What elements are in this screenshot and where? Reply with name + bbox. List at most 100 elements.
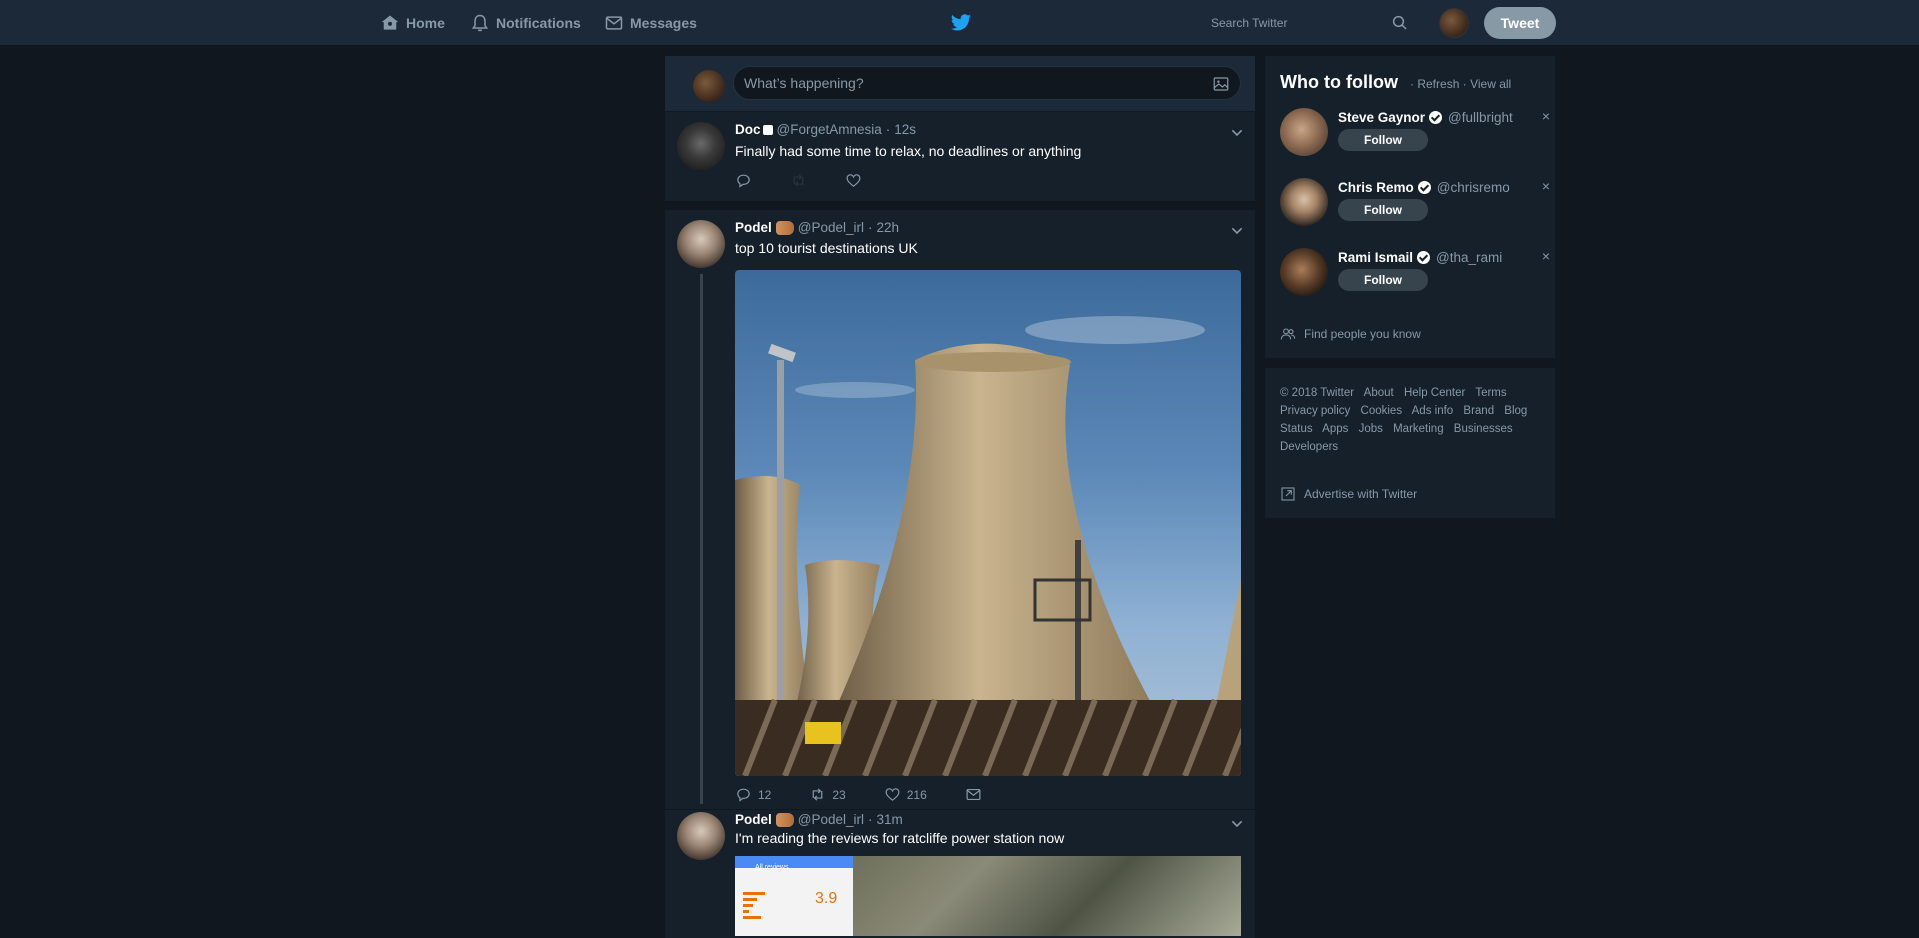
direct-message-button[interactable] <box>965 786 982 803</box>
user-avatar[interactable] <box>1280 178 1328 226</box>
external-link-icon <box>1281 487 1295 501</box>
tweet-photo[interactable] <box>735 270 1241 776</box>
tweet[interactable]: Doc @ForgetAmnesia · 12s Finally had som… <box>665 112 1255 202</box>
tweet-header: Doc @ForgetAmnesia · 12s <box>735 122 916 137</box>
who-to-follow-panel: Who to follow · Refresh · View all Steve… <box>1265 56 1555 358</box>
footer-link-developers[interactable]: Developers <box>1280 441 1338 453</box>
suggested-user[interactable]: Rami Ismail @tha_rami Follow × <box>1280 248 1550 302</box>
tweet-actions: 12 23 216 <box>735 786 1020 803</box>
reply-button[interactable]: 12 <box>735 786 771 803</box>
tweet-text: Finally had some time to relax, no deadl… <box>735 143 1082 159</box>
profile-avatar[interactable] <box>1439 8 1469 38</box>
retweet-button[interactable] <box>790 172 807 189</box>
footer-link-blog[interactable]: Blog <box>1504 405 1527 417</box>
advertise-link[interactable]: Advertise with Twitter <box>1280 486 1417 502</box>
footer-link-marketing[interactable]: Marketing <box>1393 423 1444 435</box>
reply-button[interactable] <box>735 172 752 189</box>
separator-dot: · <box>1410 77 1414 91</box>
user-avatar[interactable] <box>1280 108 1328 156</box>
tweet-author-handle[interactable]: @Podel_irl <box>798 812 864 827</box>
tweet-photo[interactable]: All reviews 3.9 <box>735 856 1241 936</box>
tweet-author-handle[interactable]: @Podel_irl <box>798 220 864 235</box>
user-name[interactable]: Chris Remo <box>1338 180 1414 195</box>
follow-button[interactable]: Follow <box>1338 199 1428 221</box>
find-people-link[interactable]: Find people you know <box>1280 326 1421 342</box>
hands-emoji-icon <box>775 220 794 235</box>
user-handle[interactable]: @tha_rami <box>1436 250 1502 265</box>
tweet[interactable]: Podel @Podel_irl · 31m I'm reading the r… <box>665 810 1255 938</box>
tweet-timestamp[interactable]: 12s <box>894 122 916 137</box>
like-button[interactable] <box>845 172 862 189</box>
footer-link-apps[interactable]: Apps <box>1322 423 1348 435</box>
advertise-label: Advertise with Twitter <box>1304 487 1418 501</box>
tweet-timestamp[interactable]: 22h <box>877 220 900 235</box>
retweet-count: 23 <box>832 787 846 802</box>
user-handle[interactable]: @chrisremo <box>1437 180 1510 195</box>
image-icon[interactable] <box>1212 75 1230 93</box>
separator-dot: · <box>885 122 891 137</box>
thread-line <box>700 274 703 804</box>
user-name-row: Steve Gaynor @fullbright <box>1338 110 1513 125</box>
retweet-button[interactable]: 23 <box>809 786 846 803</box>
composer-input[interactable]: What’s happening? <box>733 66 1241 100</box>
tweet-text: I'm reading the reviews for ratcliffe po… <box>735 830 1065 846</box>
footer-link-help-center[interactable]: Help Center <box>1404 387 1465 399</box>
user-avatar[interactable] <box>1280 248 1328 296</box>
footer-link-ads-info[interactable]: Ads info <box>1412 405 1454 417</box>
bell-icon <box>471 14 489 32</box>
verified-icon <box>1429 111 1443 124</box>
footer-link-brand[interactable]: Brand <box>1463 405 1494 417</box>
user-handle[interactable]: @fullbright <box>1448 110 1513 125</box>
like-button[interactable]: 216 <box>884 786 927 803</box>
top-navigation-bar: Home Notifications Messages Tweet <box>0 0 1919 46</box>
nav-notifications[interactable]: Notifications <box>470 0 581 46</box>
suggested-user[interactable]: Chris Remo @chrisremo Follow × <box>1280 178 1550 232</box>
verified-icon <box>1417 181 1431 194</box>
tweet-button[interactable]: Tweet <box>1484 7 1556 39</box>
suggested-user[interactable]: Steve Gaynor @fullbright Follow × <box>1280 108 1550 162</box>
tweet-author-name[interactable]: Podel <box>735 812 772 827</box>
footer-link-cookies[interactable]: Cookies <box>1361 405 1403 417</box>
search-icon[interactable] <box>1391 14 1409 32</box>
view-all-link[interactable]: View all <box>1470 77 1511 91</box>
search-input[interactable] <box>1198 16 1378 30</box>
tweet-avatar[interactable] <box>677 812 725 860</box>
tweet[interactable]: Podel @Podel_irl · 22h top 10 tourist de… <box>665 210 1255 810</box>
footer-link-privacy-policy[interactable]: Privacy policy <box>1280 405 1350 417</box>
user-name[interactable]: Rami Ismail <box>1338 250 1413 265</box>
tweet-author-name[interactable]: Podel <box>735 220 772 235</box>
search-box[interactable] <box>1198 10 1418 36</box>
tweet-timestamp[interactable]: 31m <box>877 812 903 827</box>
nav-home[interactable]: Home <box>380 0 445 46</box>
envelope-icon <box>966 788 981 801</box>
lock-icon <box>762 124 773 135</box>
nav-messages[interactable]: Messages <box>604 0 697 46</box>
footer-link-businesses[interactable]: Businesses <box>1454 423 1513 435</box>
tweet-author-name[interactable]: Doc <box>735 122 761 137</box>
close-icon[interactable]: × <box>1542 248 1550 264</box>
tweet-avatar[interactable] <box>677 220 725 268</box>
twitter-bird-icon[interactable] <box>950 12 972 34</box>
tweet-avatar[interactable] <box>677 122 725 170</box>
chevron-down-icon[interactable] <box>1229 223 1245 239</box>
close-icon[interactable]: × <box>1542 108 1550 124</box>
close-icon[interactable]: × <box>1542 178 1550 194</box>
follow-button[interactable]: Follow <box>1338 269 1428 291</box>
chevron-down-icon[interactable] <box>1229 125 1245 141</box>
refresh-link[interactable]: Refresh <box>1417 77 1459 91</box>
chevron-down-icon[interactable] <box>1229 816 1245 832</box>
nav-home-label: Home <box>406 15 445 31</box>
timeline: What’s happening? Doc @ForgetAmnesia · 1… <box>665 56 1255 938</box>
user-name-row: Rami Ismail @tha_rami <box>1338 250 1502 265</box>
footer-link-status[interactable]: Status <box>1280 423 1313 435</box>
nav-notifications-label: Notifications <box>496 15 581 31</box>
retweet-icon <box>793 174 804 187</box>
follow-button[interactable]: Follow <box>1338 129 1428 151</box>
footer-copyright: © 2018 Twitter <box>1280 387 1355 399</box>
footer-link-jobs[interactable]: Jobs <box>1359 423 1383 435</box>
tweet-author-handle[interactable]: @ForgetAmnesia <box>777 122 882 137</box>
footer-link-about[interactable]: About <box>1364 387 1394 399</box>
tweet-text: top 10 tourist destinations UK <box>735 240 918 256</box>
user-name[interactable]: Steve Gaynor <box>1338 110 1425 125</box>
footer-link-terms[interactable]: Terms <box>1475 387 1506 399</box>
